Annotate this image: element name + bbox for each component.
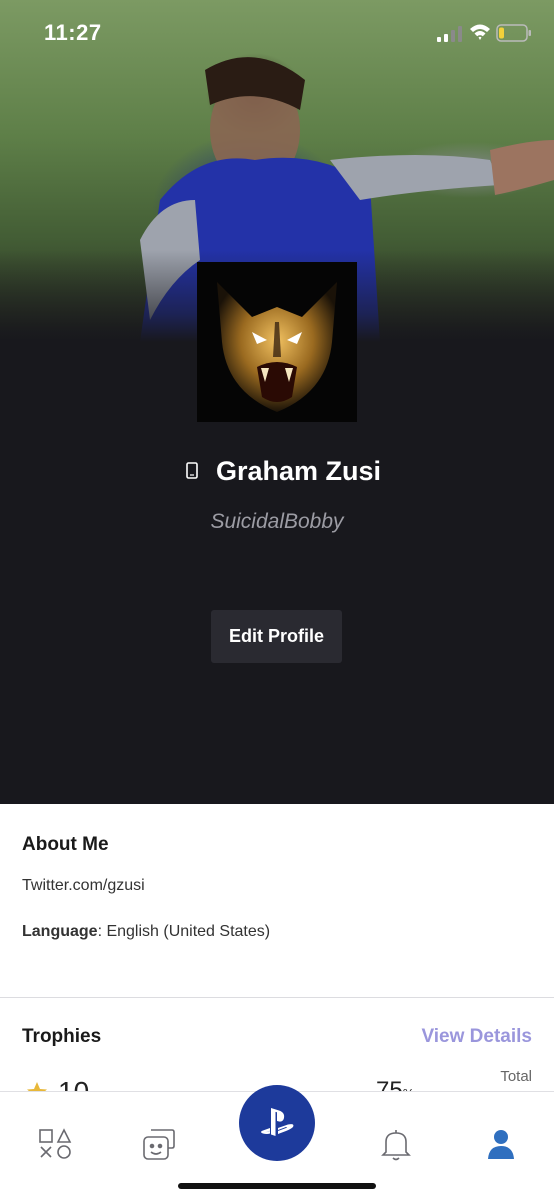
avatar[interactable] [197,262,357,422]
tab-notifications[interactable] [378,1126,414,1162]
display-name: Graham Zusi [216,456,382,486]
mobile-device-icon [186,462,198,479]
language-value: : English (United States) [97,923,271,940]
home-indicator [178,1183,376,1189]
trophy-level-progress: 75% [376,1077,414,1091]
playstation-logo-icon [261,1108,294,1136]
about-me-title: About Me [22,834,109,855]
playstation-home-button[interactable] [239,1085,315,1161]
status-time: 11:27 [44,20,102,45]
profile-icon [488,1130,514,1159]
tab-game-library[interactable] [38,1126,74,1162]
tab-friends[interactable] [141,1126,177,1162]
battery-icon [496,24,531,42]
language-label: Language [22,923,98,940]
view-details-link[interactable]: View Details [421,1026,532,1048]
cellular-signal-icon [437,26,462,42]
bell-icon [381,1130,411,1161]
ps-shapes-icon [39,1128,72,1159]
trophies-section: Trophies View Details Total 10 75% [0,998,554,1091]
trophies-total-label: Total [500,1068,532,1085]
online-id: SuicidalBobby [210,510,344,533]
language-row: Language: English (United States) [22,923,270,941]
trophy-level-star-icon [27,1082,47,1091]
wolf-avatar-image [217,282,337,412]
tab-profile[interactable] [483,1126,519,1162]
friends-icon [143,1129,175,1160]
edit-profile-button[interactable]: Edit Profile [211,610,342,663]
trophies-title: Trophies [22,1026,102,1047]
profile-header: 11:27 Graham Zusi SuicidalBobby Edit Pro… [0,0,554,804]
trophy-progress-value: 75 [376,1077,403,1091]
about-me-link[interactable]: Twitter.com/gzusi [22,877,145,895]
wifi-icon [470,24,490,40]
about-me-section: About Me Twitter.com/gzusi Language: Eng… [0,804,554,998]
trophy-level: 10 [58,1076,89,1091]
